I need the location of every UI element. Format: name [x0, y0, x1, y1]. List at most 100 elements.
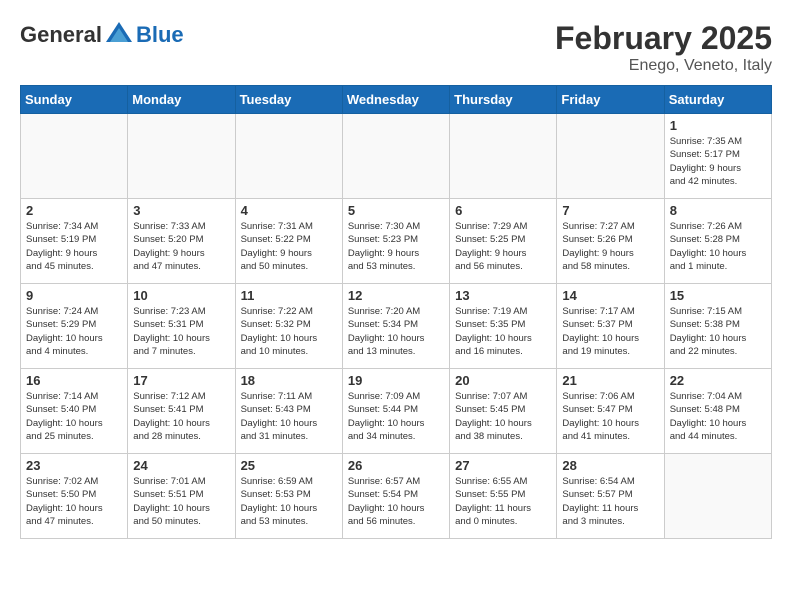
day-info: Sunrise: 7:12 AM Sunset: 5:41 PM Dayligh…: [133, 390, 229, 443]
calendar-cell: [235, 114, 342, 199]
weekday-header: Sunday: [21, 86, 128, 114]
week-row: 1 Sunrise: 7:35 AM Sunset: 5:17 PM Daylig…: [21, 114, 772, 199]
day-number: 19: [348, 373, 444, 388]
day-info: Sunrise: 7:35 AM Sunset: 5:17 PM Dayligh…: [670, 135, 766, 188]
calendar-cell: 20 Sunrise: 7:07 AM Sunset: 5:45 PM Dayli…: [450, 369, 557, 454]
day-info: Sunrise: 7:04 AM Sunset: 5:48 PM Dayligh…: [670, 390, 766, 443]
week-row: 23Sunrise: 7:02 AM Sunset: 5:50 PM Dayli…: [21, 454, 772, 539]
calendar-cell: 5Sunrise: 7:30 AM Sunset: 5:23 PM Daylig…: [342, 199, 449, 284]
calendar-cell: [450, 114, 557, 199]
day-info: Sunrise: 7:27 AM Sunset: 5:26 PM Dayligh…: [562, 220, 658, 273]
day-info: Sunrise: 7:17 AM Sunset: 5:37 PM Dayligh…: [562, 305, 658, 358]
day-number: 20: [455, 373, 551, 388]
weekday-header: Monday: [128, 86, 235, 114]
day-number: 18: [241, 373, 337, 388]
day-number: 17: [133, 373, 229, 388]
day-info: Sunrise: 7:23 AM Sunset: 5:31 PM Dayligh…: [133, 305, 229, 358]
day-number: 12: [348, 288, 444, 303]
weekday-header: Thursday: [450, 86, 557, 114]
week-row: 2Sunrise: 7:34 AM Sunset: 5:19 PM Daylig…: [21, 199, 772, 284]
calendar-cell: 24Sunrise: 7:01 AM Sunset: 5:51 PM Dayli…: [128, 454, 235, 539]
day-info: Sunrise: 7:29 AM Sunset: 5:25 PM Dayligh…: [455, 220, 551, 273]
day-number: 10: [133, 288, 229, 303]
day-info: Sunrise: 7:19 AM Sunset: 5:35 PM Dayligh…: [455, 305, 551, 358]
day-info: Sunrise: 7:33 AM Sunset: 5:20 PM Dayligh…: [133, 220, 229, 273]
day-number: 6: [455, 203, 551, 218]
month-year: February 2025: [555, 20, 772, 57]
weekday-header-row: SundayMondayTuesdayWednesdayThursdayFrid…: [21, 86, 772, 114]
calendar-cell: 28 Sunrise: 6:54 AM Sunset: 5:57 PM Dayli…: [557, 454, 664, 539]
weekday-header: Saturday: [664, 86, 771, 114]
calendar-cell: 17 Sunrise: 7:12 AM Sunset: 5:41 PM Dayli…: [128, 369, 235, 454]
calendar-cell: 19 Sunrise: 7:09 AM Sunset: 5:44 PM Dayli…: [342, 369, 449, 454]
day-info: Sunrise: 7:11 AM Sunset: 5:43 PM Dayligh…: [241, 390, 337, 443]
calendar-cell: [342, 114, 449, 199]
calendar-cell: 3 Sunrise: 7:33 AM Sunset: 5:20 PM Daylig…: [128, 199, 235, 284]
calendar-cell: 13Sunrise: 7:19 AM Sunset: 5:35 PM Dayli…: [450, 284, 557, 369]
calendar-cell: 12 Sunrise: 7:20 AM Sunset: 5:34 PM Dayli…: [342, 284, 449, 369]
day-info: Sunrise: 7:06 AM Sunset: 5:47 PM Dayligh…: [562, 390, 658, 443]
day-number: 9: [26, 288, 122, 303]
day-number: 1: [670, 118, 766, 133]
day-info: Sunrise: 7:26 AM Sunset: 5:28 PM Dayligh…: [670, 220, 766, 273]
calendar-cell: 22 Sunrise: 7:04 AM Sunset: 5:48 PM Dayli…: [664, 369, 771, 454]
day-info: Sunrise: 7:34 AM Sunset: 5:19 PM Dayligh…: [26, 220, 122, 273]
calendar-cell: 23Sunrise: 7:02 AM Sunset: 5:50 PM Dayli…: [21, 454, 128, 539]
logo-general: General: [20, 22, 102, 48]
day-info: Sunrise: 7:14 AM Sunset: 5:40 PM Dayligh…: [26, 390, 122, 443]
day-number: 8: [670, 203, 766, 218]
day-info: Sunrise: 7:31 AM Sunset: 5:22 PM Dayligh…: [241, 220, 337, 273]
calendar-cell: 4 Sunrise: 7:31 AM Sunset: 5:22 PM Daylig…: [235, 199, 342, 284]
weekday-header: Tuesday: [235, 86, 342, 114]
day-number: 22: [670, 373, 766, 388]
day-info: Sunrise: 6:59 AM Sunset: 5:53 PM Dayligh…: [241, 475, 337, 528]
logo-icon: [104, 20, 134, 50]
week-row: 9 Sunrise: 7:24 AM Sunset: 5:29 PM Daylig…: [21, 284, 772, 369]
day-number: 3: [133, 203, 229, 218]
day-info: Sunrise: 7:15 AM Sunset: 5:38 PM Dayligh…: [670, 305, 766, 358]
day-info: Sunrise: 7:20 AM Sunset: 5:34 PM Dayligh…: [348, 305, 444, 358]
day-number: 14: [562, 288, 658, 303]
calendar: SundayMondayTuesdayWednesdayThursdayFrid…: [20, 85, 772, 539]
day-info: Sunrise: 7:09 AM Sunset: 5:44 PM Dayligh…: [348, 390, 444, 443]
day-info: Sunrise: 6:55 AM Sunset: 5:55 PM Dayligh…: [455, 475, 551, 528]
calendar-cell: 27Sunrise: 6:55 AM Sunset: 5:55 PM Dayli…: [450, 454, 557, 539]
calendar-cell: 1 Sunrise: 7:35 AM Sunset: 5:17 PM Daylig…: [664, 114, 771, 199]
logo-blue: Blue: [136, 22, 184, 48]
day-number: 16: [26, 373, 122, 388]
day-number: 24: [133, 458, 229, 473]
day-number: 11: [241, 288, 337, 303]
day-number: 7: [562, 203, 658, 218]
day-number: 21: [562, 373, 658, 388]
logo: General Blue: [20, 20, 184, 50]
day-info: Sunrise: 6:54 AM Sunset: 5:57 PM Dayligh…: [562, 475, 658, 528]
calendar-cell: 15Sunrise: 7:15 AM Sunset: 5:38 PM Dayli…: [664, 284, 771, 369]
calendar-cell: 18 Sunrise: 7:11 AM Sunset: 5:43 PM Dayli…: [235, 369, 342, 454]
day-number: 26: [348, 458, 444, 473]
calendar-cell: [128, 114, 235, 199]
calendar-cell: 6 Sunrise: 7:29 AM Sunset: 5:25 PM Daylig…: [450, 199, 557, 284]
day-number: 28: [562, 458, 658, 473]
calendar-cell: [664, 454, 771, 539]
day-info: Sunrise: 7:24 AM Sunset: 5:29 PM Dayligh…: [26, 305, 122, 358]
day-info: Sunrise: 7:02 AM Sunset: 5:50 PM Dayligh…: [26, 475, 122, 528]
calendar-cell: 2Sunrise: 7:34 AM Sunset: 5:19 PM Daylig…: [21, 199, 128, 284]
weekday-header: Friday: [557, 86, 664, 114]
calendar-cell: 10 Sunrise: 7:23 AM Sunset: 5:31 PM Dayli…: [128, 284, 235, 369]
calendar-cell: [557, 114, 664, 199]
calendar-cell: 14 Sunrise: 7:17 AM Sunset: 5:37 PM Dayli…: [557, 284, 664, 369]
weekday-header: Wednesday: [342, 86, 449, 114]
calendar-cell: [21, 114, 128, 199]
day-info: Sunrise: 6:57 AM Sunset: 5:54 PM Dayligh…: [348, 475, 444, 528]
calendar-cell: 9 Sunrise: 7:24 AM Sunset: 5:29 PM Daylig…: [21, 284, 128, 369]
day-info: Sunrise: 7:22 AM Sunset: 5:32 PM Dayligh…: [241, 305, 337, 358]
day-info: Sunrise: 7:30 AM Sunset: 5:23 PM Dayligh…: [348, 220, 444, 273]
calendar-cell: 7 Sunrise: 7:27 AM Sunset: 5:26 PM Daylig…: [557, 199, 664, 284]
day-number: 4: [241, 203, 337, 218]
calendar-cell: 25Sunrise: 6:59 AM Sunset: 5:53 PM Dayli…: [235, 454, 342, 539]
calendar-cell: 8 Sunrise: 7:26 AM Sunset: 5:28 PM Daylig…: [664, 199, 771, 284]
location: Enego, Veneto, Italy: [555, 57, 772, 75]
calendar-cell: 26 Sunrise: 6:57 AM Sunset: 5:54 PM Dayli…: [342, 454, 449, 539]
calendar-cell: 21 Sunrise: 7:06 AM Sunset: 5:47 PM Dayli…: [557, 369, 664, 454]
day-info: Sunrise: 7:07 AM Sunset: 5:45 PM Dayligh…: [455, 390, 551, 443]
